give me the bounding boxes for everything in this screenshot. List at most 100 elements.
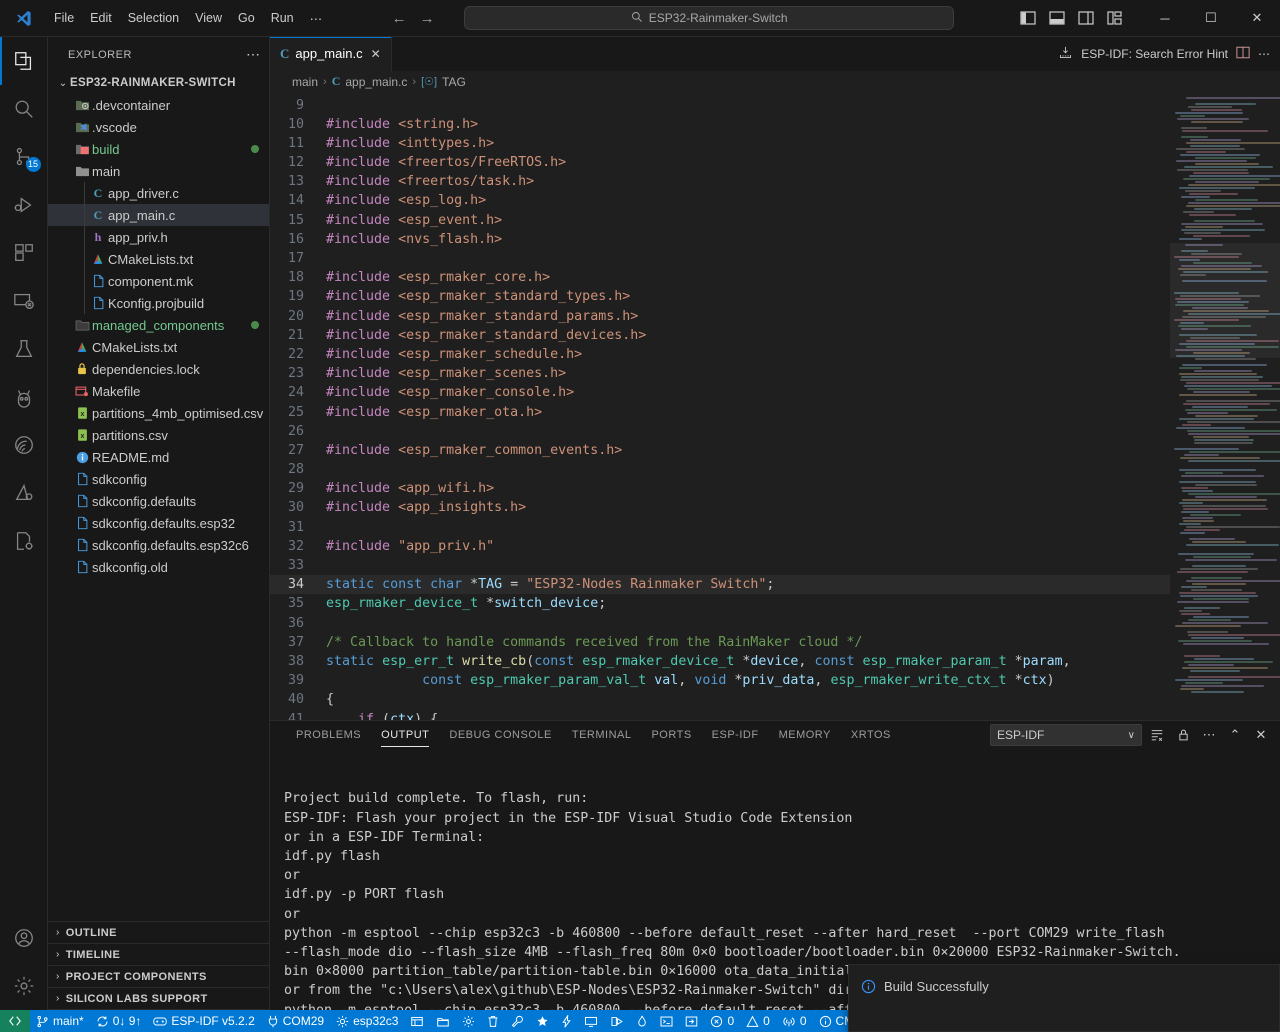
status-broadcast[interactable]: 0 <box>776 1010 813 1032</box>
tree-root-folder[interactable]: ⌄ ESP32-RAINMAKER-SWITCH <box>48 72 269 94</box>
tree-item-kconfig-projbuild[interactable]: Kconfig.projbuild <box>48 292 269 314</box>
tab-xrtos[interactable]: XRTOS <box>841 721 901 749</box>
minimap[interactable] <box>1170 92 1280 720</box>
esp-idf-error-hint-icon[interactable] <box>1058 45 1073 63</box>
status-esp-idf-version[interactable]: ESP-IDF v5.2.2 <box>147 1010 260 1032</box>
status-open-project-icon[interactable] <box>679 1010 704 1032</box>
output-channel-select[interactable]: ESP-IDF ∨ <box>990 724 1142 746</box>
tree-item-dependencies-lock[interactable]: dependencies.lock <box>48 358 269 380</box>
activity-accounts-icon[interactable] <box>0 914 48 962</box>
clear-output-icon[interactable] <box>1146 724 1168 746</box>
menu-more[interactable]: ⋯ <box>302 8 331 29</box>
menu-file[interactable]: File <box>46 8 82 28</box>
tab-debug-console[interactable]: DEBUG CONSOLE <box>439 721 561 749</box>
status-flash-icon[interactable] <box>555 1010 578 1032</box>
status-terminal-icon[interactable] <box>654 1010 679 1032</box>
esp-idf-error-hint-label[interactable]: ESP-IDF: Search Error Hint <box>1081 47 1228 61</box>
tree-item-partitions-4mb-optimised-csv[interactable]: x partitions_4mb_optimised.csv <box>48 402 269 424</box>
status-serial-port[interactable]: COM29 <box>261 1010 330 1032</box>
go-back-icon[interactable]: ← <box>386 7 412 29</box>
remote-indicator[interactable] <box>0 1010 30 1032</box>
tab-problems[interactable]: PROBLEMS <box>286 721 371 749</box>
tree-item-sdkconfig-defaults[interactable]: sdkconfig.defaults <box>48 490 269 512</box>
status-target-chip[interactable]: esp32c3 <box>330 1010 404 1032</box>
maximize-button[interactable]: ☐ <box>1188 0 1234 37</box>
sidebar-section-timeline[interactable]: › TIMELINE <box>48 944 269 966</box>
activity-settings-gear-icon[interactable] <box>0 962 48 1010</box>
sidebar-section-silicon-labs-support[interactable]: › SILICON LABS SUPPORT <box>48 988 269 1010</box>
tree-item-makefile[interactable]: Makefile <box>48 380 269 402</box>
sidebar-section-outline[interactable]: › OUTLINE <box>48 922 269 944</box>
code-editor[interactable]: 9 10 #include <string.h> 11 #include <inttyp… <box>270 93 1170 720</box>
editor-more-actions-icon[interactable]: ⋯ <box>1258 47 1270 61</box>
minimize-button[interactable]: ─ <box>1142 0 1188 37</box>
tree-item-readme-md[interactable]: README.md <box>48 446 269 468</box>
tree-item-app-priv-h[interactable]: h app_priv.h <box>48 226 269 248</box>
activity-explorer-icon[interactable] <box>0 37 48 85</box>
status-full-clean[interactable] <box>430 1010 456 1032</box>
customize-layout-icon[interactable] <box>1102 7 1128 29</box>
tree-item-managed-components[interactable]: managed_components <box>48 314 269 336</box>
status-warnings[interactable]: 0 <box>740 1010 776 1032</box>
close-tab-icon[interactable]: ✕ <box>371 47 381 61</box>
tree-item-sdkconfig[interactable]: sdkconfig <box>48 468 269 490</box>
activity-remote-explorer-icon[interactable] <box>0 277 48 325</box>
tree-item-build[interactable]: build <box>48 138 269 160</box>
command-center[interactable]: ESP32-Rainmaker-Switch <box>464 6 955 30</box>
tab-memory[interactable]: MEMORY <box>769 721 841 749</box>
toggle-secondary-sidebar-icon[interactable] <box>1073 7 1099 29</box>
tree-item-component-mk[interactable]: component.mk <box>48 270 269 292</box>
tree-item-partitions-csv[interactable]: x partitions.csv <box>48 424 269 446</box>
tab-esp-idf[interactable]: ESP-IDF <box>702 721 769 749</box>
close-panel-icon[interactable]: ✕ <box>1250 724 1272 746</box>
status-erase-flash-icon[interactable] <box>630 1010 654 1032</box>
activity-cpp-config-icon[interactable] <box>0 517 48 565</box>
menu-selection[interactable]: Selection <box>120 8 187 28</box>
activity-source-control-icon[interactable]: 15 <box>0 133 48 181</box>
split-editor-icon[interactable] <box>1236 46 1250 62</box>
toggle-panel-icon[interactable] <box>1044 7 1070 29</box>
maximize-panel-icon[interactable]: ⌃ <box>1224 724 1246 746</box>
status-sync[interactable]: 0↓ 9↑ <box>90 1010 148 1032</box>
sidebar-more-actions-icon[interactable]: ⋯ <box>246 46 261 63</box>
status-build-wrench[interactable] <box>505 1010 530 1032</box>
notification-toast[interactable]: Build Successfully <box>848 964 1280 1032</box>
tab-ports[interactable]: PORTS <box>641 721 701 749</box>
tree-item-main[interactable]: main <box>48 160 269 182</box>
tree-item-cmakelists-txt[interactable]: CMakeLists.txt <box>48 248 269 270</box>
toggle-primary-sidebar-icon[interactable] <box>1015 7 1041 29</box>
tree-item--devcontainer[interactable]: .devcontainer <box>48 94 269 116</box>
activity-extensions-icon[interactable] <box>0 229 48 277</box>
tree-item-sdkconfig-defaults-esp32[interactable]: sdkconfig.defaults.esp32 <box>48 512 269 534</box>
breadcrumb-symbol[interactable]: TAG <box>442 75 466 89</box>
status-branch[interactable]: main* <box>30 1010 90 1032</box>
minimap-slider[interactable] <box>1170 242 1280 358</box>
lock-scroll-icon[interactable] <box>1172 724 1194 746</box>
status-favorites-star[interactable] <box>530 1010 555 1032</box>
menu-edit[interactable]: Edit <box>82 8 120 28</box>
tree-item-cmakelists-txt[interactable]: CMakeLists.txt <box>48 336 269 358</box>
menu-run[interactable]: Run <box>263 8 302 28</box>
status-trash[interactable] <box>481 1010 505 1032</box>
activity-search-icon[interactable] <box>0 85 48 133</box>
activity-platformio-icon[interactable] <box>0 373 48 421</box>
sidebar-section-project-components[interactable]: › PROJECT COMPONENTS <box>48 966 269 988</box>
tree-item-sdkconfig-defaults-esp32c6[interactable]: sdkconfig.defaults.esp32c6 <box>48 534 269 556</box>
activity-silicon-labs-icon[interactable] <box>0 469 48 517</box>
activity-espressif-icon[interactable] <box>0 421 48 469</box>
status-sdkconfig-editor[interactable] <box>404 1010 430 1032</box>
status-build-settings-gear[interactable] <box>456 1010 481 1032</box>
tree-item-sdkconfig-old[interactable]: sdkconfig.old <box>48 556 269 578</box>
status-build-flash-monitor-icon[interactable] <box>604 1010 630 1032</box>
tree-item-app-main-c[interactable]: Capp_main.c <box>48 204 269 226</box>
activity-testing-icon[interactable] <box>0 325 48 373</box>
tree-item-app-driver-c[interactable]: Capp_driver.c <box>48 182 269 204</box>
menu-go[interactable]: Go <box>230 8 263 28</box>
breadcrumb-folder[interactable]: main <box>292 75 318 89</box>
tree-item--vscode[interactable]: .vscode <box>48 116 269 138</box>
breadcrumb-file[interactable]: app_main.c <box>345 75 407 89</box>
tab-app-main-c[interactable]: C app_main.c ✕ <box>270 37 392 71</box>
panel-more-actions-icon[interactable]: ⋯ <box>1198 724 1220 746</box>
status-errors[interactable]: 0 <box>704 1010 740 1032</box>
go-forward-icon[interactable]: → <box>414 7 440 29</box>
